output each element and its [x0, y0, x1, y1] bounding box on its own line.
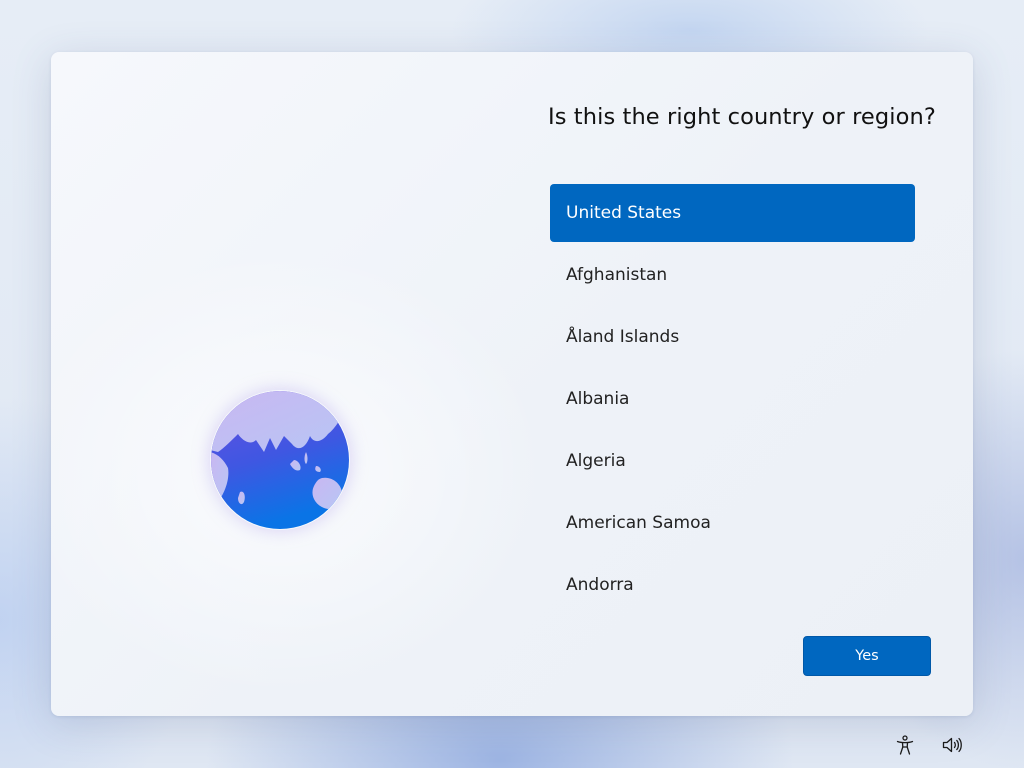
volume-icon: [942, 737, 962, 753]
country-option-afghanistan[interactable]: Afghanistan: [550, 246, 915, 304]
accessibility-icon: [896, 735, 914, 755]
country-option-algeria[interactable]: Algeria: [550, 432, 915, 490]
country-option-andorra[interactable]: Andorra: [550, 556, 915, 614]
accessibility-button[interactable]: [893, 733, 917, 757]
country-list[interactable]: United States Afghanistan Åland Islands …: [550, 184, 915, 618]
country-option-american-samoa[interactable]: American Samoa: [550, 494, 915, 552]
page-title: Is this the right country or region?: [548, 104, 936, 130]
country-option-aland-islands[interactable]: Åland Islands: [550, 308, 915, 366]
yes-button[interactable]: Yes: [803, 636, 931, 676]
country-option-albania[interactable]: Albania: [550, 370, 915, 428]
globe-icon: [210, 390, 350, 530]
setup-dialog: Is this the right country or region? Uni…: [51, 52, 973, 716]
volume-button[interactable]: [940, 733, 964, 757]
country-option-united-states[interactable]: United States: [550, 184, 915, 242]
